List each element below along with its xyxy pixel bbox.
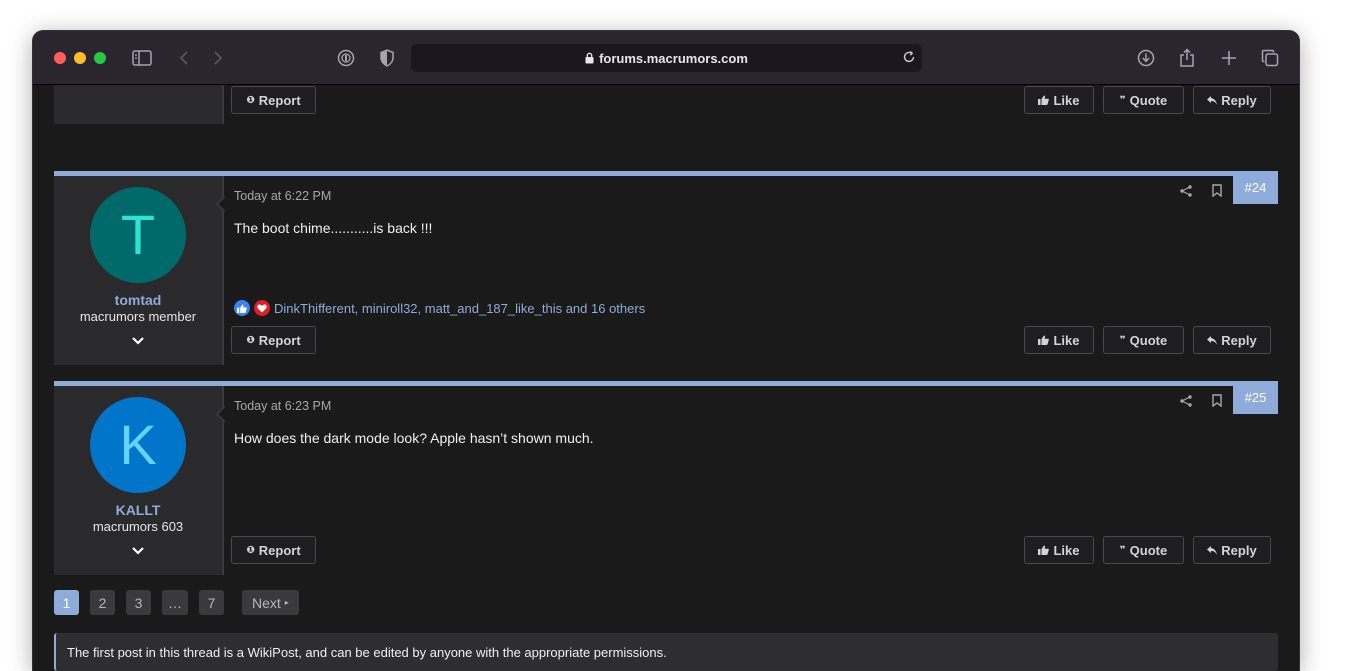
quote-label: Quote bbox=[1129, 92, 1168, 108]
sidebar-toggle-icon[interactable] bbox=[130, 46, 154, 70]
report-label: Report bbox=[258, 542, 301, 558]
post-25: K KALLT macrumors 603 Today at 6:23 PM #… bbox=[54, 381, 1278, 575]
report-label: Report bbox=[258, 92, 301, 108]
previous-post-user-panel bbox=[54, 85, 224, 124]
thumbs-up-icon bbox=[1038, 545, 1050, 555]
avatar[interactable]: K bbox=[90, 397, 186, 493]
username[interactable]: KALLT bbox=[54, 502, 222, 518]
post-body: How does the dark mode look? Apple hasn’… bbox=[234, 430, 594, 446]
report-button[interactable]: ❶ Report bbox=[231, 86, 316, 114]
page-3-button[interactable]: 3 bbox=[126, 590, 151, 615]
next-page-button[interactable]: Next ▸ bbox=[242, 590, 299, 615]
password-manager-icon[interactable] bbox=[334, 46, 358, 70]
like-reaction-icon bbox=[234, 300, 250, 316]
page-content: ❶ Report Like ❞ Quote Reply T tomtad mac… bbox=[33, 85, 1299, 671]
quote-label: Quote bbox=[1129, 542, 1168, 558]
reply-icon bbox=[1207, 335, 1218, 345]
forward-icon[interactable] bbox=[206, 46, 230, 70]
caret-right-icon: ▸ bbox=[284, 598, 289, 607]
like-button[interactable]: Like bbox=[1024, 86, 1094, 114]
wikipost-notice-text: The first post in this thread is a WikiP… bbox=[67, 644, 667, 660]
quote-button[interactable]: ❞ Quote bbox=[1103, 536, 1184, 564]
post-topbar bbox=[54, 381, 1278, 386]
zoom-window-button[interactable] bbox=[94, 52, 106, 64]
page-jump-ellipsis[interactable]: … bbox=[162, 590, 188, 615]
reactions-text[interactable]: DinkThifferent, miniroll32, matt_and_187… bbox=[274, 301, 645, 316]
minimize-window-button[interactable] bbox=[74, 52, 86, 64]
reply-button[interactable]: Reply bbox=[1193, 536, 1271, 564]
page-2-button[interactable]: 2 bbox=[90, 590, 115, 615]
user-title: macrumors 603 bbox=[92, 519, 184, 534]
post-number[interactable]: #25 bbox=[1233, 381, 1278, 414]
bookmark-icon[interactable] bbox=[1212, 394, 1226, 408]
chevron-down-icon[interactable] bbox=[130, 546, 146, 562]
like-button[interactable]: Like bbox=[1024, 536, 1094, 564]
like-label: Like bbox=[1053, 92, 1080, 108]
pagination: 1 2 3 … 7 Next ▸ bbox=[54, 590, 299, 615]
report-icon: ❶ bbox=[246, 334, 255, 346]
avatar-letter: T bbox=[120, 203, 156, 266]
quote-icon: ❞ bbox=[1119, 94, 1126, 106]
post-date[interactable]: Today at 6:22 PM bbox=[234, 189, 331, 203]
reply-icon bbox=[1207, 545, 1218, 555]
browser-toolbar: forums.macrumors.com bbox=[33, 31, 1299, 85]
downloads-icon[interactable] bbox=[1134, 46, 1158, 70]
address-bar[interactable]: forums.macrumors.com bbox=[411, 44, 922, 72]
reload-icon[interactable] bbox=[902, 50, 916, 67]
share-icon[interactable] bbox=[1175, 46, 1199, 70]
reactions-bar[interactable]: DinkThifferent, miniroll32, matt_and_187… bbox=[234, 300, 645, 316]
reply-button[interactable]: Reply bbox=[1193, 326, 1271, 354]
quote-icon: ❞ bbox=[1119, 334, 1126, 346]
user-title: macrumors member bbox=[79, 309, 197, 324]
post-number[interactable]: #24 bbox=[1233, 171, 1278, 204]
reply-label: Reply bbox=[1221, 542, 1257, 558]
browser-window: forums.macrumors.com ❶ Report Like ❞ Quo… bbox=[33, 31, 1299, 671]
report-button[interactable]: ❶ Report bbox=[231, 326, 316, 354]
reply-label: Reply bbox=[1221, 332, 1257, 348]
share-icon[interactable] bbox=[1180, 394, 1194, 408]
back-icon[interactable] bbox=[172, 46, 196, 70]
privacy-shield-icon[interactable] bbox=[375, 46, 399, 70]
avatar-letter: K bbox=[119, 413, 157, 476]
like-button[interactable]: Like bbox=[1024, 326, 1094, 354]
post-topbar bbox=[54, 171, 1278, 176]
reply-label: Reply bbox=[1221, 92, 1257, 108]
report-button[interactable]: ❶ Report bbox=[231, 536, 316, 564]
report-icon: ❶ bbox=[246, 544, 255, 556]
like-label: Like bbox=[1053, 542, 1080, 558]
page-7-button[interactable]: 7 bbox=[199, 590, 224, 615]
quote-button[interactable]: ❞ Quote bbox=[1103, 326, 1184, 354]
like-label: Like bbox=[1053, 332, 1080, 348]
thumbs-up-icon bbox=[1038, 335, 1050, 345]
address-url: forums.macrumors.com bbox=[599, 50, 748, 66]
share-icon[interactable] bbox=[1180, 184, 1194, 198]
reply-button[interactable]: Reply bbox=[1193, 86, 1271, 114]
love-reaction-icon bbox=[254, 300, 270, 316]
username[interactable]: tomtad bbox=[54, 292, 222, 308]
user-panel: T tomtad macrumors member bbox=[54, 176, 224, 365]
post-date[interactable]: Today at 6:23 PM bbox=[234, 399, 331, 413]
bookmark-icon[interactable] bbox=[1212, 184, 1226, 198]
chevron-down-icon[interactable] bbox=[130, 336, 146, 352]
reply-icon bbox=[1207, 95, 1218, 105]
post-24: T tomtad macrumors member Today at 6:22 … bbox=[54, 171, 1278, 365]
tab-overview-icon[interactable] bbox=[1258, 46, 1282, 70]
user-panel: K KALLT macrumors 603 bbox=[54, 386, 224, 575]
new-tab-icon[interactable] bbox=[1217, 46, 1241, 70]
next-page-label: Next bbox=[252, 594, 281, 611]
report-label: Report bbox=[258, 332, 301, 348]
avatar[interactable]: T bbox=[90, 187, 186, 283]
post-body: The boot chime...........is back !!! bbox=[234, 220, 433, 236]
wikipost-notice: The first post in this thread is a WikiP… bbox=[54, 633, 1278, 671]
lock-icon bbox=[585, 52, 594, 64]
quote-button[interactable]: ❞ Quote bbox=[1103, 86, 1184, 114]
report-icon: ❶ bbox=[246, 94, 255, 106]
quote-icon: ❞ bbox=[1119, 544, 1126, 556]
thumbs-up-icon bbox=[1038, 95, 1050, 105]
close-window-button[interactable] bbox=[54, 52, 66, 64]
page-1-button[interactable]: 1 bbox=[54, 590, 79, 615]
quote-label: Quote bbox=[1129, 332, 1168, 348]
